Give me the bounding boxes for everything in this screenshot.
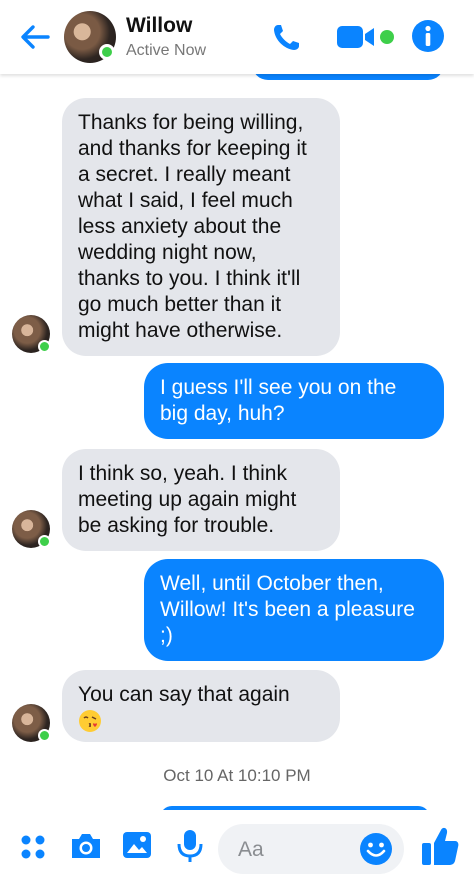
message-text: You can say that again	[78, 683, 290, 706]
message-input-placeholder: Aa	[238, 838, 264, 861]
chat-header: Willow Active Now	[0, 0, 474, 74]
kissing-face-emoji-icon	[79, 710, 101, 733]
phone-call-icon[interactable]	[270, 22, 302, 54]
back-arrow-icon[interactable]	[18, 20, 52, 54]
outgoing-message[interactable]: Well, until October then, Willow! It's b…	[144, 559, 444, 661]
thumbs-up-icon[interactable]	[420, 824, 460, 868]
contact-status: Active Now	[126, 42, 207, 59]
online-indicator	[38, 340, 51, 353]
emoji-smile-icon[interactable]	[359, 832, 393, 866]
more-apps-icon[interactable]	[20, 834, 46, 860]
contact-name[interactable]: Willow	[126, 14, 192, 38]
online-indicator	[38, 535, 51, 548]
microphone-icon[interactable]	[175, 828, 205, 864]
message-composer: Aa	[0, 810, 474, 879]
incoming-message[interactable]: You can say that again	[62, 670, 340, 742]
message-input[interactable]: Aa	[218, 824, 404, 874]
incoming-message[interactable]: Thanks for being willing, and thanks for…	[62, 98, 340, 356]
camera-icon[interactable]	[69, 831, 103, 861]
online-indicator	[38, 729, 51, 742]
outgoing-message[interactable]: I guess I'll see you on the big day, huh…	[144, 363, 444, 439]
gallery-image-icon[interactable]	[121, 830, 153, 860]
video-call-icon[interactable]	[336, 22, 378, 52]
info-icon[interactable]	[411, 19, 445, 53]
online-indicator	[99, 44, 115, 60]
message-timestamp: Oct 10 At 10:10 PM	[163, 766, 311, 785]
video-active-indicator	[380, 30, 394, 44]
incoming-message[interactable]: I think so, yeah. I think meeting up aga…	[62, 449, 340, 551]
